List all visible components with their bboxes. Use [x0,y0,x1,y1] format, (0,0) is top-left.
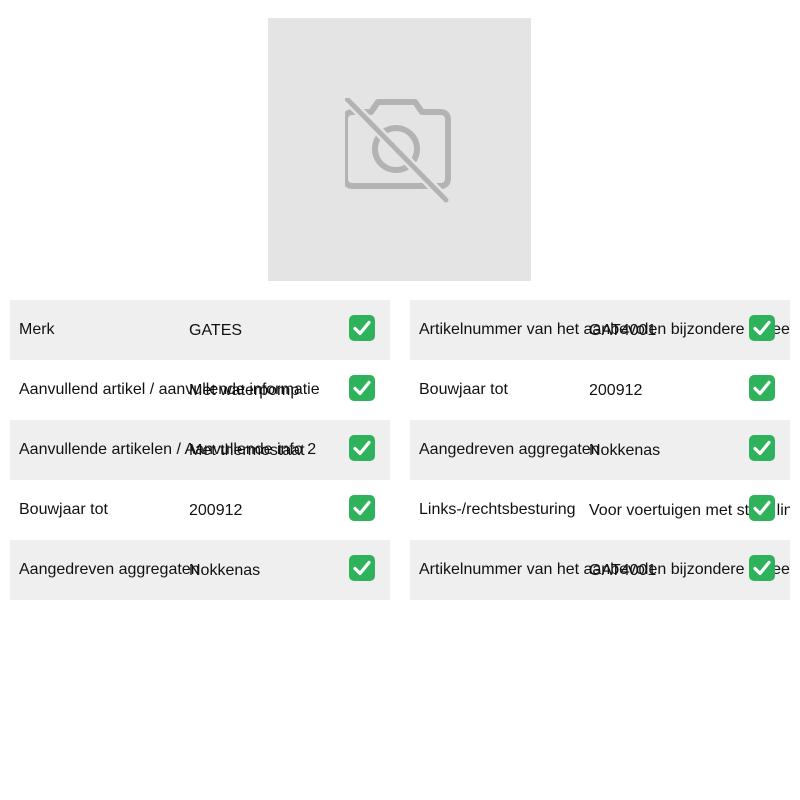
spec-value: 200912 [189,502,243,519]
check-icon [349,435,375,461]
spec-row: Aangedreven aggregaten Nokkenas [410,420,790,480]
camera-off-icon [345,98,451,204]
spec-value: 200912 [589,382,643,399]
check-icon [349,315,375,341]
spec-row: Aanvullend artikel / aanvullende informa… [10,360,390,420]
spec-row: Aangedreven aggregaten Nokkenas [10,540,390,600]
product-detail-page: Merk GATES Aanvullend artikel / aanvulle… [0,0,800,800]
spec-row: Aanvullende artikelen / Aanvullende info… [10,420,390,480]
spec-label: Links-/rechtsbesturing [419,501,576,518]
spec-label: Aangedreven aggregaten [419,441,600,458]
spec-label: Bouwjaar tot [19,501,108,518]
check-icon [349,555,375,581]
spec-value: GAT4001 [589,562,657,579]
check-icon [749,555,775,581]
spec-value: Nokkenas [589,442,661,459]
spec-label: Merk [19,321,55,338]
spec-table-right: Artikelnummer van het aanbevolen bijzond… [410,300,790,600]
spec-value: GAT4001 [589,322,657,339]
spec-value: Met waterpomp [189,382,300,399]
spec-row: Merk GATES [10,300,390,360]
spec-row: Bouwjaar tot 200912 [10,480,390,540]
spec-row: Bouwjaar tot 200912 [410,360,790,420]
check-icon [349,375,375,401]
spec-value: Nokkenas [189,562,261,579]
spec-table-left: Merk GATES Aanvullend artikel / aanvulle… [10,300,390,600]
spec-value: GATES [189,322,243,339]
spec-label: Aangedreven aggregaten [19,561,200,578]
check-icon [749,495,775,521]
spec-row: Artikelnummer van het aanbevolen bijzond… [410,540,790,600]
check-icon [749,315,775,341]
spec-row: Artikelnummer van het aanbevolen bijzond… [410,300,790,360]
check-icon [349,495,375,521]
spec-row: Links-/rechtsbesturing Voor voertuigen m… [410,480,790,540]
check-icon [749,375,775,401]
spec-label: Bouwjaar tot [419,381,508,398]
check-icon [749,435,775,461]
spec-value: Met thermostaat [189,442,305,459]
product-image-placeholder [268,18,531,281]
